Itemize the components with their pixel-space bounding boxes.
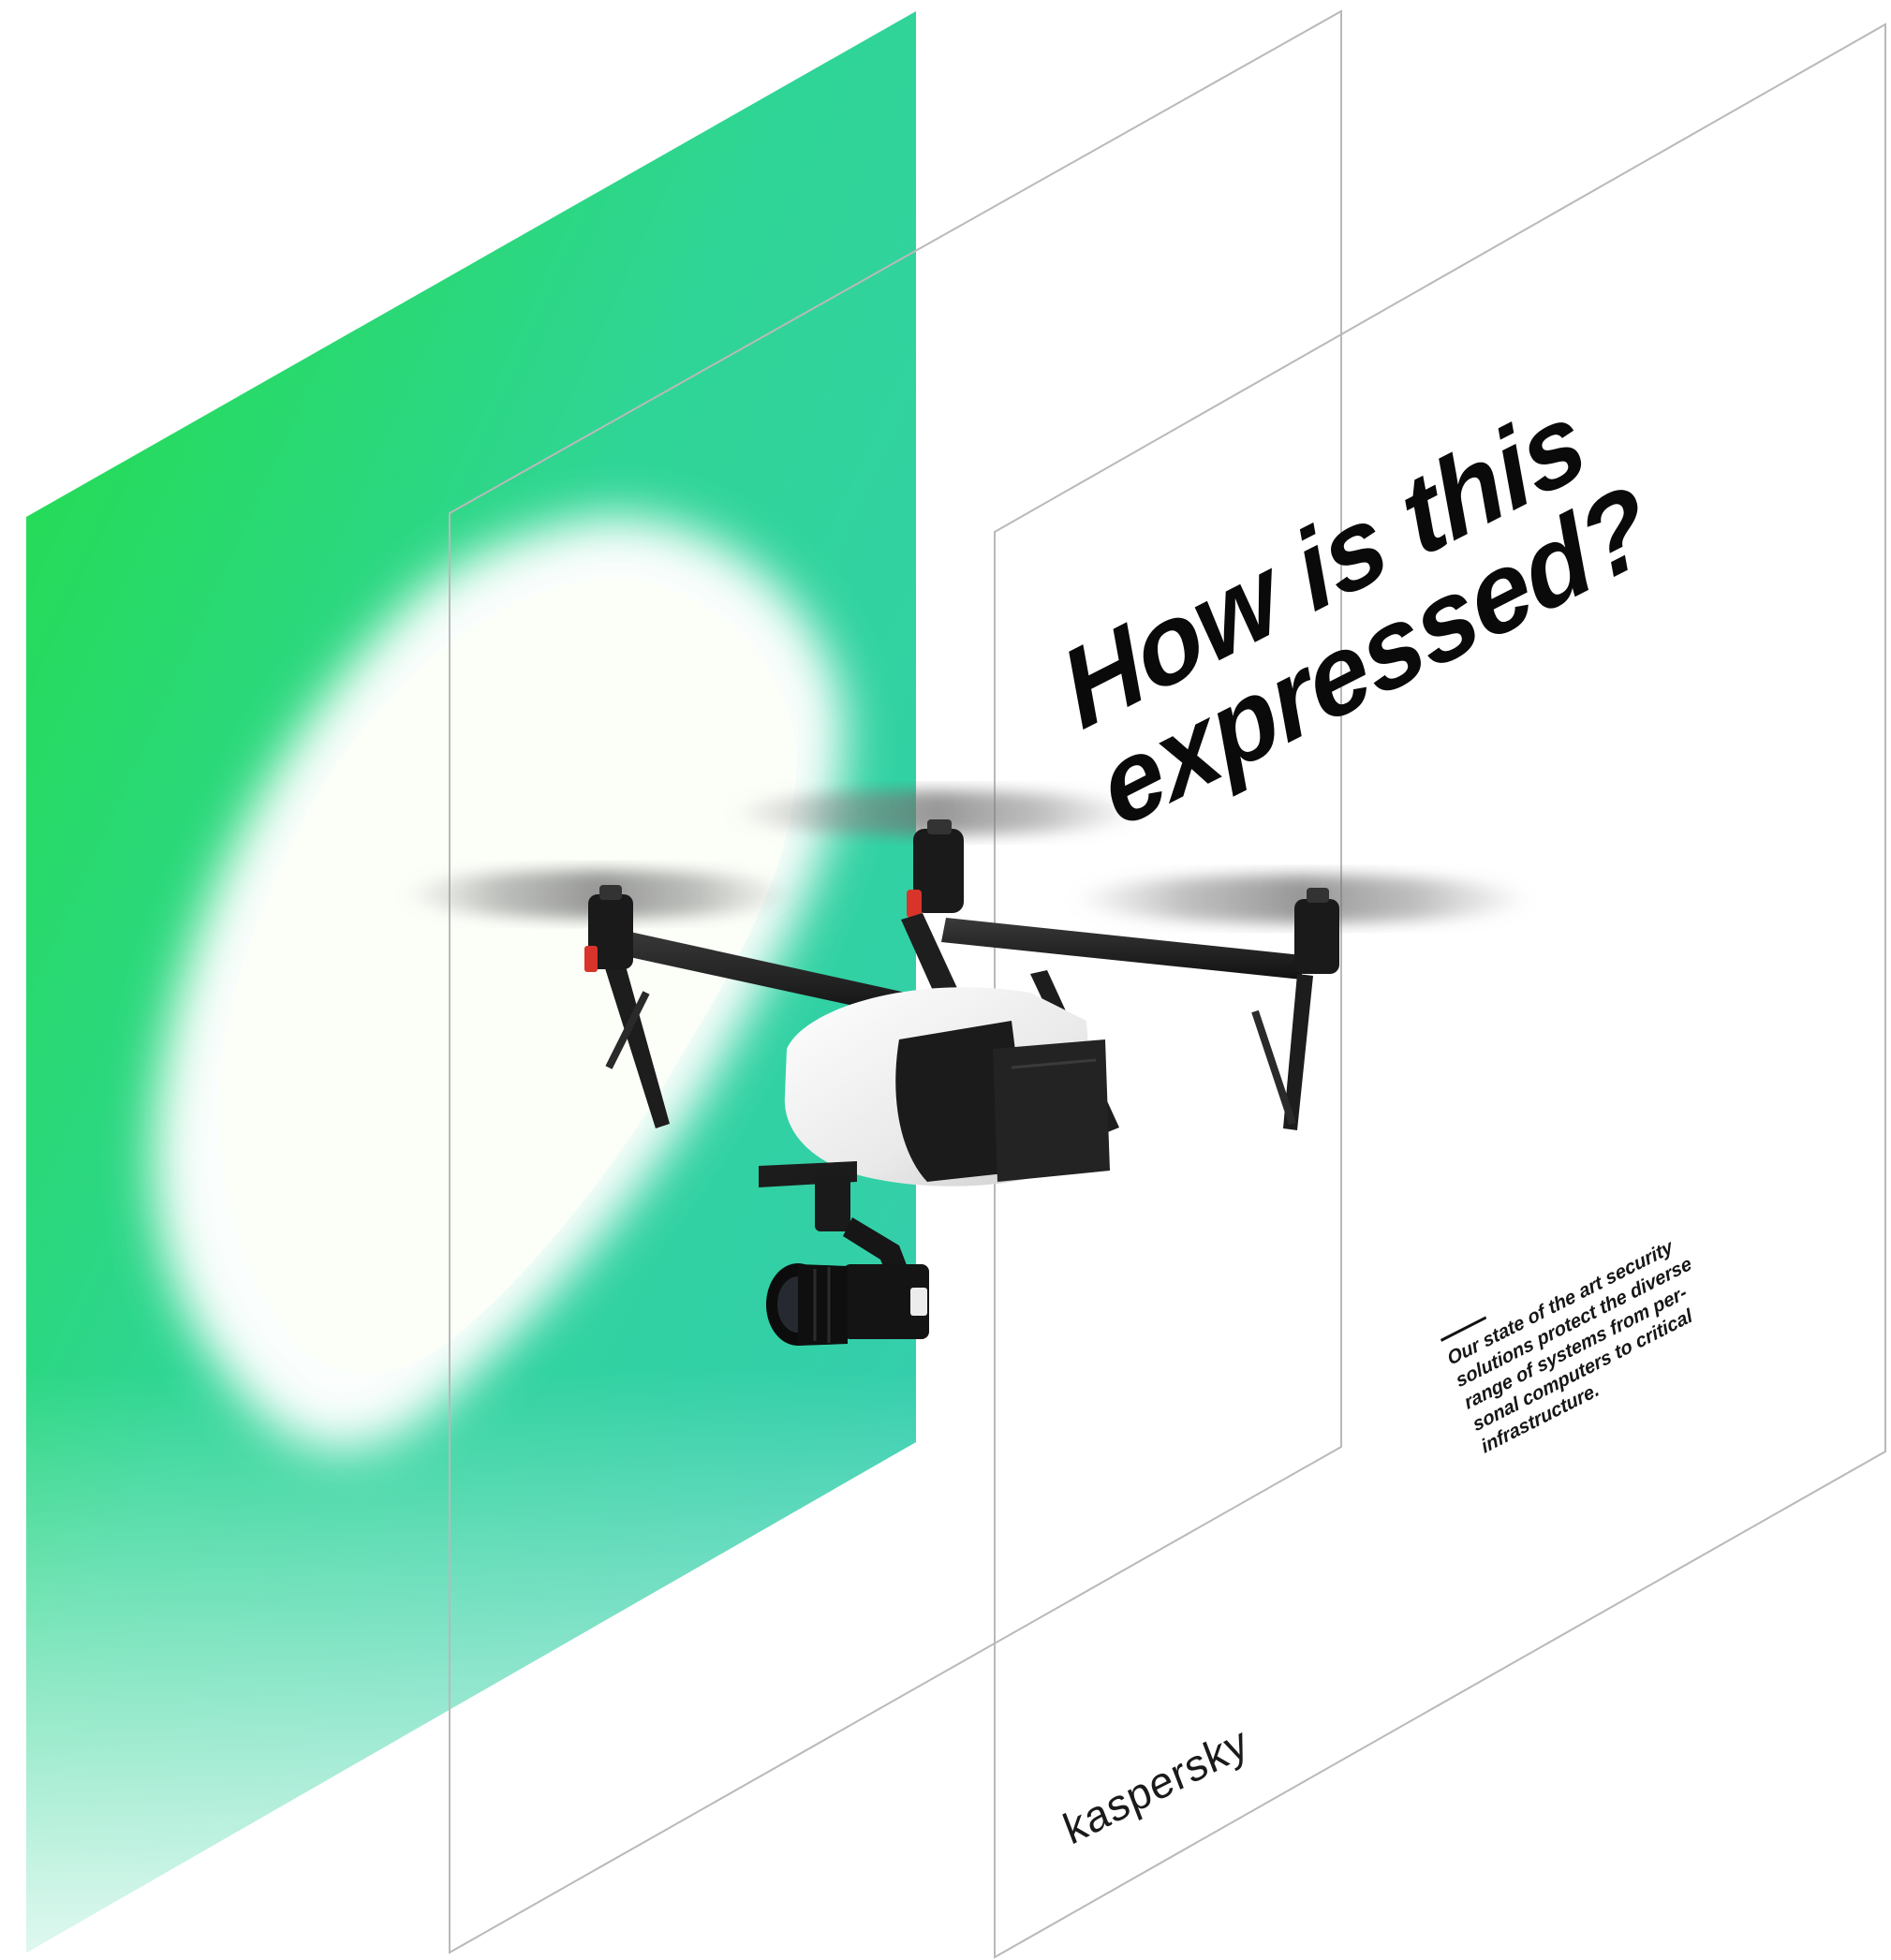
outline-panel-2 <box>994 22 1886 1959</box>
isometric-scene <box>26 9 1886 1959</box>
